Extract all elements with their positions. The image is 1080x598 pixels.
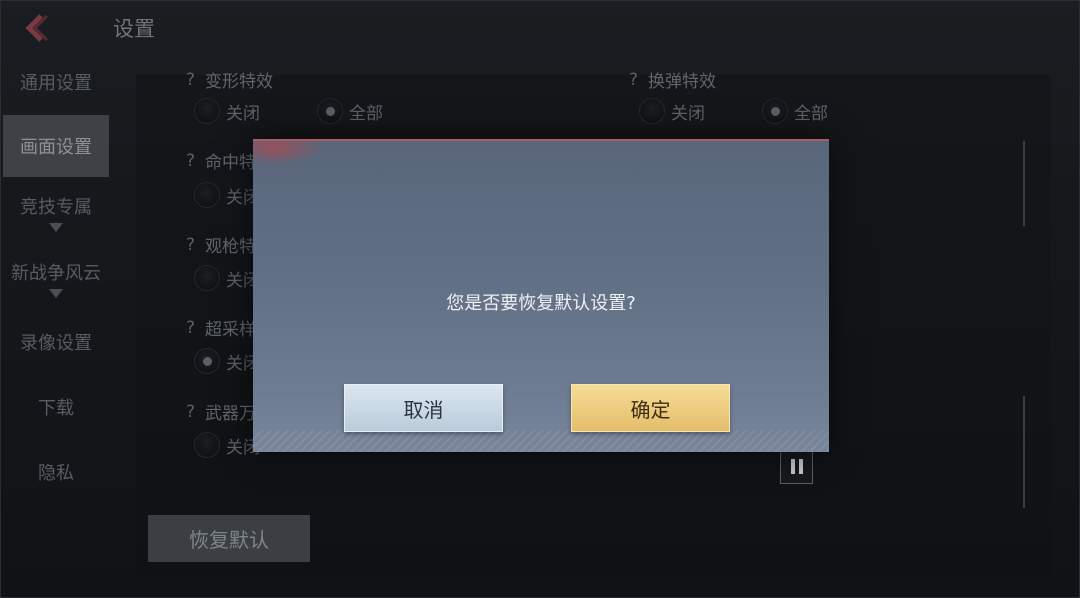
radio-off[interactable]: 关闭	[194, 98, 260, 124]
radio-off[interactable]: 关闭	[194, 348, 260, 374]
pause-icon	[790, 459, 795, 474]
sidebar-item-label: 画面设置	[20, 137, 92, 158]
help-icon[interactable]: ?	[186, 151, 195, 171]
radio-button[interactable]	[194, 348, 220, 374]
sidebar-item-download[interactable]: 下载	[3, 376, 109, 438]
radio-label: 关闭	[671, 103, 705, 124]
radio-all[interactable]: 全部	[762, 98, 828, 124]
radio-button[interactable]	[194, 98, 220, 124]
sidebar-item-graphics[interactable]: 画面设置	[3, 115, 109, 177]
dialog-decoration	[253, 141, 323, 165]
sidebar-item-general[interactable]: 通用设置	[3, 51, 109, 113]
chevron-down-icon	[49, 222, 63, 232]
sidebar-item-label: 通用设置	[20, 73, 92, 94]
radio-off[interactable]: 关闭	[194, 432, 260, 458]
sidebar-item-new-war[interactable]: 新战争风云	[3, 247, 109, 309]
scrollbar-track[interactable]	[1023, 396, 1025, 508]
option-title: ? 命中特	[186, 150, 257, 174]
sidebar-item-label: 隐私	[38, 463, 74, 484]
radio-label: 全部	[349, 103, 383, 124]
option-title: ? 换弹特效	[629, 69, 717, 93]
chevron-down-icon	[49, 288, 63, 298]
dialog-stripe	[253, 430, 829, 452]
option-title: ? 观枪特	[186, 234, 257, 258]
confirm-button[interactable]: 确定	[571, 384, 730, 432]
radio-button[interactable]	[194, 182, 220, 208]
option-title: ? 武器万	[186, 401, 257, 425]
help-icon[interactable]: ?	[186, 235, 195, 255]
radio-button[interactable]	[639, 98, 665, 124]
radio-off[interactable]: 关闭	[194, 182, 260, 208]
option-title: ? 变形特效	[186, 69, 274, 93]
page-title: 设置	[113, 17, 155, 41]
confirm-dialog: 您是否要恢复默认设置? 取消 确定	[253, 139, 829, 452]
radio-off[interactable]: 关闭	[639, 98, 705, 124]
help-icon[interactable]: ?	[629, 70, 638, 90]
radio-label: 全部	[794, 103, 828, 124]
option-title: ? 超采样	[186, 317, 257, 341]
restore-default-button[interactable]: 恢复默认	[148, 515, 310, 562]
radio-button[interactable]	[317, 98, 343, 124]
sidebar-item-privacy[interactable]: 隐私	[3, 441, 109, 503]
settings-screen: 设置 通用设置 画面设置 竞技专属 新战争风云 录像设置 下载 隐私 ? 变形特…	[0, 0, 1080, 598]
sidebar-item-label: 竞技专属	[20, 196, 92, 218]
help-icon[interactable]: ?	[186, 318, 195, 338]
sidebar-item-label: 录像设置	[20, 333, 92, 354]
sidebar-item-label: 下载	[38, 398, 74, 419]
radio-off[interactable]: 关闭	[194, 265, 260, 291]
radio-button[interactable]	[762, 98, 788, 124]
sidebar-item-label: 新战争风云	[11, 262, 101, 284]
scrollbar-track[interactable]	[1023, 141, 1025, 226]
radio-all[interactable]: 全部	[317, 98, 383, 124]
sidebar-item-competitive[interactable]: 竞技专属	[3, 181, 109, 243]
help-icon[interactable]: ?	[186, 402, 195, 422]
sidebar: 通用设置 画面设置 竞技专属 新战争风云 录像设置 下载 隐私	[1, 49, 113, 597]
radio-button[interactable]	[194, 265, 220, 291]
help-icon[interactable]: ?	[186, 70, 195, 90]
pause-button[interactable]	[780, 449, 813, 484]
back-icon[interactable]	[19, 13, 51, 43]
radio-label: 关闭	[226, 103, 260, 124]
cancel-button[interactable]: 取消	[344, 384, 503, 432]
sidebar-item-recording[interactable]: 录像设置	[3, 311, 109, 373]
radio-button[interactable]	[194, 432, 220, 458]
dialog-message: 您是否要恢复默认设置?	[446, 293, 636, 314]
